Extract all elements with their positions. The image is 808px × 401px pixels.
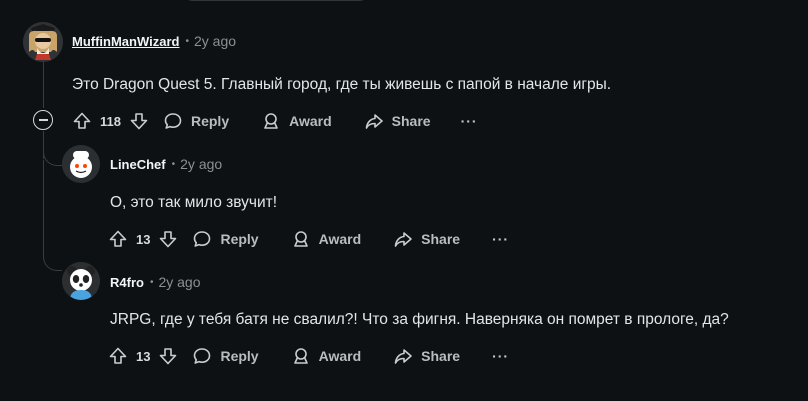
share-label: Share [391, 113, 431, 129]
upvote-button[interactable] [108, 229, 128, 249]
award-button[interactable]: Award [261, 111, 332, 131]
thread-elbow [43, 160, 62, 271]
avatar[interactable] [62, 145, 100, 183]
share-button[interactable]: Share [364, 111, 431, 131]
timestamp[interactable]: 2y ago [194, 33, 236, 49]
award-icon [264, 113, 278, 129]
wizard-avatar-icon [23, 22, 63, 62]
separator-dot: • [185, 35, 189, 47]
share-button[interactable]: Share [393, 346, 460, 366]
separator-dot: • [171, 158, 176, 170]
avatar[interactable] [62, 262, 100, 300]
author-name[interactable]: R4fro [110, 275, 144, 290]
collapse-thread-button[interactable] [33, 110, 53, 130]
vote-count: 13 [136, 231, 151, 247]
upvote-icon [109, 347, 127, 364]
timestamp[interactable]: 2y ago [158, 274, 200, 290]
downvote-icon [160, 348, 177, 365]
more-options-button[interactable]: ··· [461, 113, 478, 129]
more-options-button[interactable]: ··· [492, 348, 509, 364]
share-label: Share [421, 231, 461, 247]
downvote-icon [160, 231, 177, 248]
downvote-button[interactable] [158, 229, 178, 249]
snoo-avatar-icon [62, 145, 100, 183]
comment-meta: R4fro • 2y ago [110, 274, 201, 290]
vote-count: 118 [100, 113, 121, 129]
comment-body: О, это так мило звучит! [110, 194, 278, 211]
thread-line [43, 62, 44, 108]
author-name[interactable]: LineChef [110, 157, 166, 172]
avatar[interactable] [23, 22, 63, 62]
comment-body: Это Dragon Quest 5. Главный город, где т… [72, 76, 612, 93]
reply-label: Reply [190, 113, 230, 129]
more-options-button[interactable]: ··· [492, 231, 509, 247]
upvote-button[interactable] [72, 111, 92, 131]
upvote-icon [73, 112, 91, 129]
reply-button[interactable]: Reply [192, 346, 259, 366]
separator-dot: • [149, 276, 154, 288]
comment-meta: MuffinManWizard • 2y ago [72, 33, 236, 49]
award-button[interactable]: Award [291, 346, 362, 366]
upvote-button[interactable] [108, 346, 128, 366]
share-icon [394, 349, 412, 364]
share-icon [394, 232, 412, 247]
timestamp[interactable]: 2y ago [180, 156, 222, 172]
award-button[interactable]: Award [291, 229, 362, 249]
downvote-button[interactable] [129, 111, 149, 131]
minus-icon [38, 119, 48, 121]
comment-actions: 13 Reply Award Share ··· [108, 344, 509, 368]
vote-count: 13 [136, 348, 151, 364]
share-button[interactable]: Share [393, 229, 460, 249]
reply-button[interactable]: Reply [192, 229, 259, 249]
upvote-icon [109, 230, 127, 247]
reply-label: Reply [220, 348, 259, 364]
comment-actions: 13 Reply Award Share ··· [108, 227, 509, 251]
award-label: Award [289, 113, 332, 129]
comment-bubble-icon [194, 348, 211, 364]
comment-meta: LineChef • 2y ago [110, 156, 222, 172]
award-icon [293, 231, 308, 247]
panda-avatar-icon [62, 262, 100, 300]
comment-body: JRPG, где у тебя батя не свалил?! Что за… [110, 311, 729, 328]
downvote-icon [130, 113, 148, 130]
downvote-button[interactable] [158, 346, 178, 366]
author-name[interactable]: MuffinManWizard [72, 34, 179, 49]
comment-bubble-icon [164, 113, 182, 129]
comment-actions: 118 Reply Award Share ··· [72, 109, 478, 133]
award-label: Award [318, 348, 362, 364]
share-icon [365, 114, 383, 129]
award-icon [293, 348, 308, 364]
reply-button[interactable]: Reply [163, 111, 229, 131]
reply-label: Reply [220, 231, 259, 247]
share-label: Share [421, 348, 461, 364]
previous-element-edge [180, 0, 372, 1]
comment-bubble-icon [194, 231, 211, 247]
award-label: Award [318, 231, 362, 247]
